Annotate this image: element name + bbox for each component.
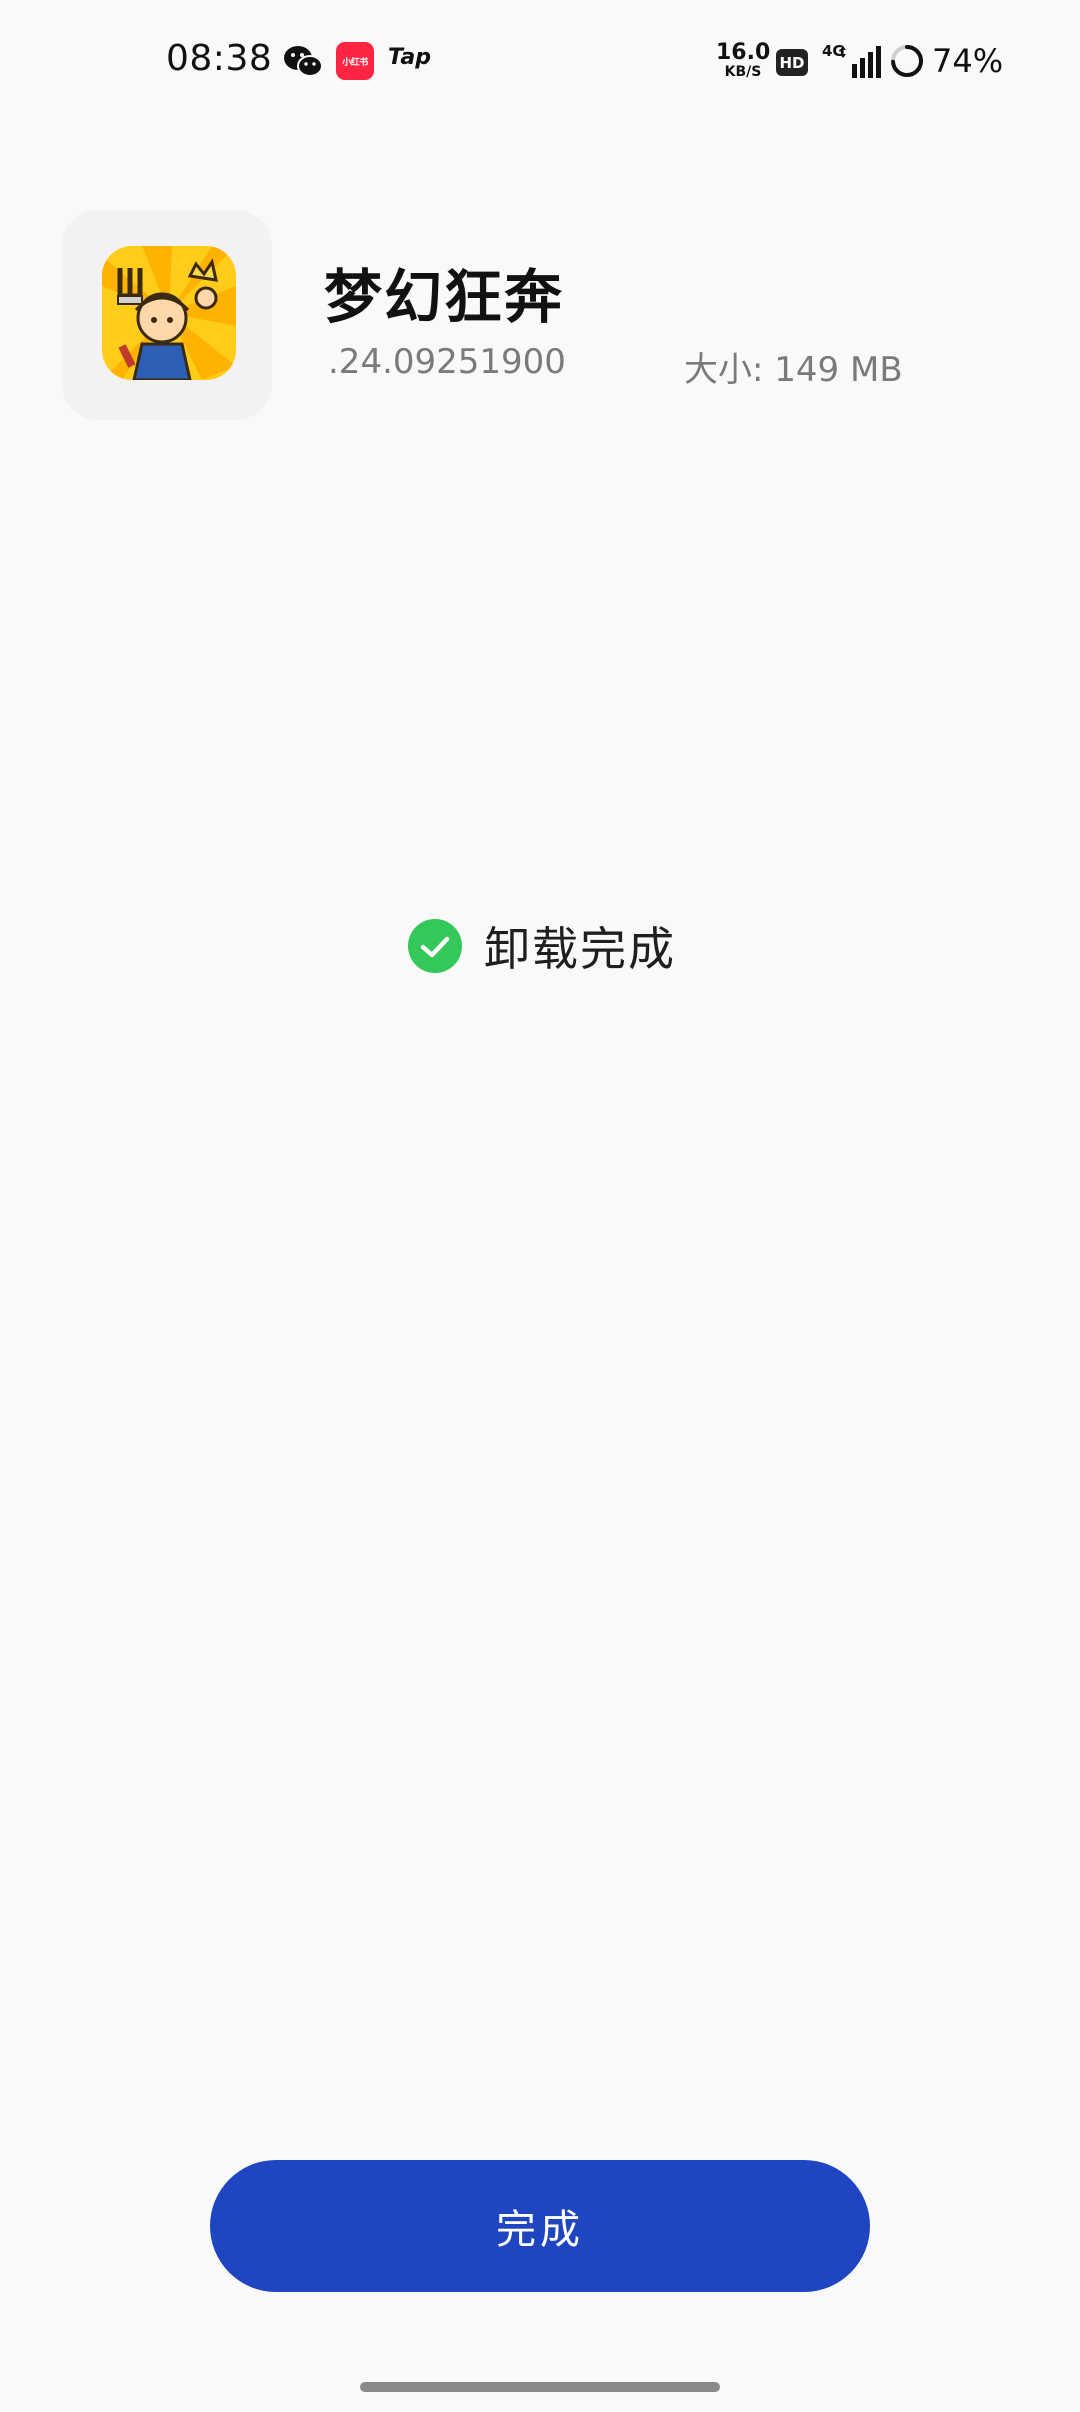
game-character-icon xyxy=(102,246,236,380)
app-version: .24.09251900 xyxy=(328,342,566,382)
status-time: 08:38 xyxy=(166,38,273,79)
uninstall-status: 卸载完成 xyxy=(408,916,676,976)
home-indicator[interactable] xyxy=(360,2382,720,2392)
app-size: 大小: 149 MB xyxy=(684,350,903,390)
hd-badge-icon: HD xyxy=(776,49,808,76)
app-name: 梦幻狂奔 xyxy=(324,263,565,331)
app-icon-container xyxy=(62,210,272,420)
battery-icon xyxy=(891,45,923,77)
status-text: 卸载完成 xyxy=(484,922,676,976)
xiaohongshu-icon: 小红书 xyxy=(336,42,374,80)
net-speed: 16.0 KB/S xyxy=(716,40,771,80)
check-circle-icon xyxy=(408,919,462,973)
wechat-icon xyxy=(284,46,323,77)
done-button[interactable]: 完成 xyxy=(210,2160,870,2292)
status-bar: 08:38 小红书 Tap 16.0 KB/S HD 4G 74% xyxy=(0,0,1080,130)
battery-percent: 74% xyxy=(932,42,1004,80)
signal-icon xyxy=(840,46,881,78)
tap-icon: Tap xyxy=(388,45,431,70)
